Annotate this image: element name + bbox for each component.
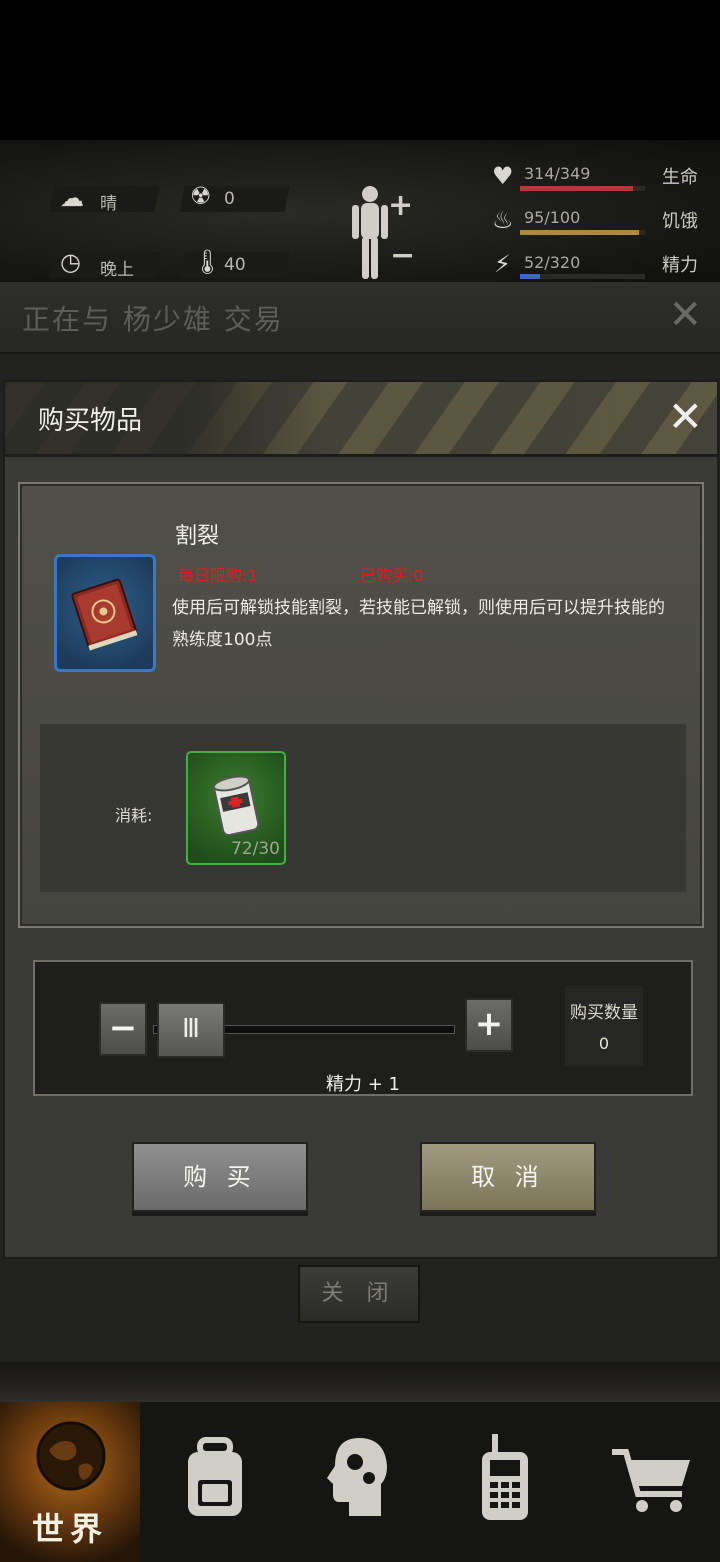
nav-skills[interactable]	[290, 1402, 430, 1562]
trade-header: 正在与 杨少雄 交易 ✕	[0, 282, 720, 354]
energy-bar	[520, 274, 645, 279]
status-bar: ☁ 晴 ☢ 0 ◷ 晚上 🌡 40 + − ♥ 314/349 生命 ♨ 95/…	[0, 140, 720, 285]
cost-label: 消耗:	[115, 806, 153, 825]
nav-divider	[0, 1362, 720, 1400]
minus-icon: −	[390, 238, 416, 273]
cancel-button[interactable]: 取 消	[420, 1142, 596, 1212]
quantity-value: 0	[598, 1034, 610, 1053]
item-description: 使用后可解锁技能割裂，若技能已解锁，则使用后可以提升技能的熟练度100点	[172, 598, 665, 650]
buy-button[interactable]: 购 买	[132, 1142, 308, 1212]
thermometer-icon: 🌡	[192, 248, 223, 276]
buy-dialog: 购买物品 ✕ 割裂 每日限购:1 已购买:0 使用后可解锁技能割裂，若技能已解锁…	[3, 380, 719, 1259]
temperature-value: 40	[224, 255, 246, 275]
quantity-panel: − Ⅲ + 购买数量 0 精力 + 1	[33, 960, 693, 1096]
radiation-value: 0	[224, 189, 235, 209]
clock-icon: ◷	[60, 248, 81, 276]
quantity-box: 购买数量 0	[565, 986, 643, 1066]
decrease-button[interactable]: −	[99, 1002, 147, 1056]
body-status-icon[interactable]	[350, 185, 390, 280]
energy-cost-text: 精力 + 1	[326, 1074, 400, 1095]
bottom-nav: 世界	[0, 1400, 720, 1562]
item-name: 割裂	[175, 524, 220, 549]
energy-icon: ⚡	[494, 250, 511, 278]
health-label: 生命	[662, 167, 698, 188]
time-label: 晚上	[100, 260, 134, 280]
dialog-close-icon[interactable]: ✕	[668, 392, 703, 441]
plus-icon: +	[388, 188, 414, 223]
radio-icon	[482, 1434, 528, 1520]
stomach-icon: ♨	[492, 206, 514, 234]
dialog-title: 购买物品	[38, 406, 143, 436]
item-info-panel: 割裂 每日限购:1 已购买:0 使用后可解锁技能割裂，若技能已解锁，则使用后可以…	[18, 482, 704, 928]
increase-button[interactable]: +	[465, 998, 513, 1052]
nav-backpack[interactable]	[145, 1402, 285, 1562]
skills-icon	[327, 1438, 387, 1516]
hunger-label: 饥饿	[662, 211, 698, 232]
daily-limit-text: 每日限购:1	[178, 566, 258, 585]
energy-text: 52/320	[524, 253, 581, 272]
nav-world-label: 世界	[31, 1510, 108, 1548]
skill-book-icon	[54, 554, 156, 672]
cost-box: 消耗: 72/30	[40, 724, 686, 892]
dialog-header: 购买物品 ✕	[5, 382, 717, 457]
radiation-icon: ☢	[190, 182, 212, 210]
quantity-label: 购买数量	[570, 1003, 638, 1023]
quantity-slider-handle[interactable]: Ⅲ	[157, 1002, 225, 1058]
trade-close-icon[interactable]: ✕	[668, 292, 702, 338]
cost-count: 72/30	[231, 839, 280, 859]
close-button[interactable]: 关 闭	[298, 1265, 420, 1323]
weather-icon: ☁	[60, 184, 84, 212]
weather-label: 晴	[100, 194, 117, 214]
nav-shop[interactable]	[580, 1402, 720, 1562]
heart-icon: ♥	[492, 162, 514, 190]
purchased-text: 已购买:0	[360, 566, 424, 585]
health-bar	[520, 186, 645, 191]
trade-title: 正在与 杨少雄 交易	[22, 303, 284, 336]
nav-radio[interactable]	[435, 1402, 575, 1562]
energy-label: 精力	[662, 255, 698, 276]
shop-cart-icon	[612, 1449, 690, 1512]
backpack-icon	[188, 1437, 242, 1516]
nav-world[interactable]: 世界	[0, 1402, 140, 1562]
hunger-text: 95/100	[524, 208, 581, 227]
hunger-bar	[520, 230, 645, 235]
world-icon	[36, 1421, 106, 1491]
health-text: 314/349	[524, 164, 591, 183]
cost-item-slot[interactable]: 72/30	[186, 751, 286, 865]
